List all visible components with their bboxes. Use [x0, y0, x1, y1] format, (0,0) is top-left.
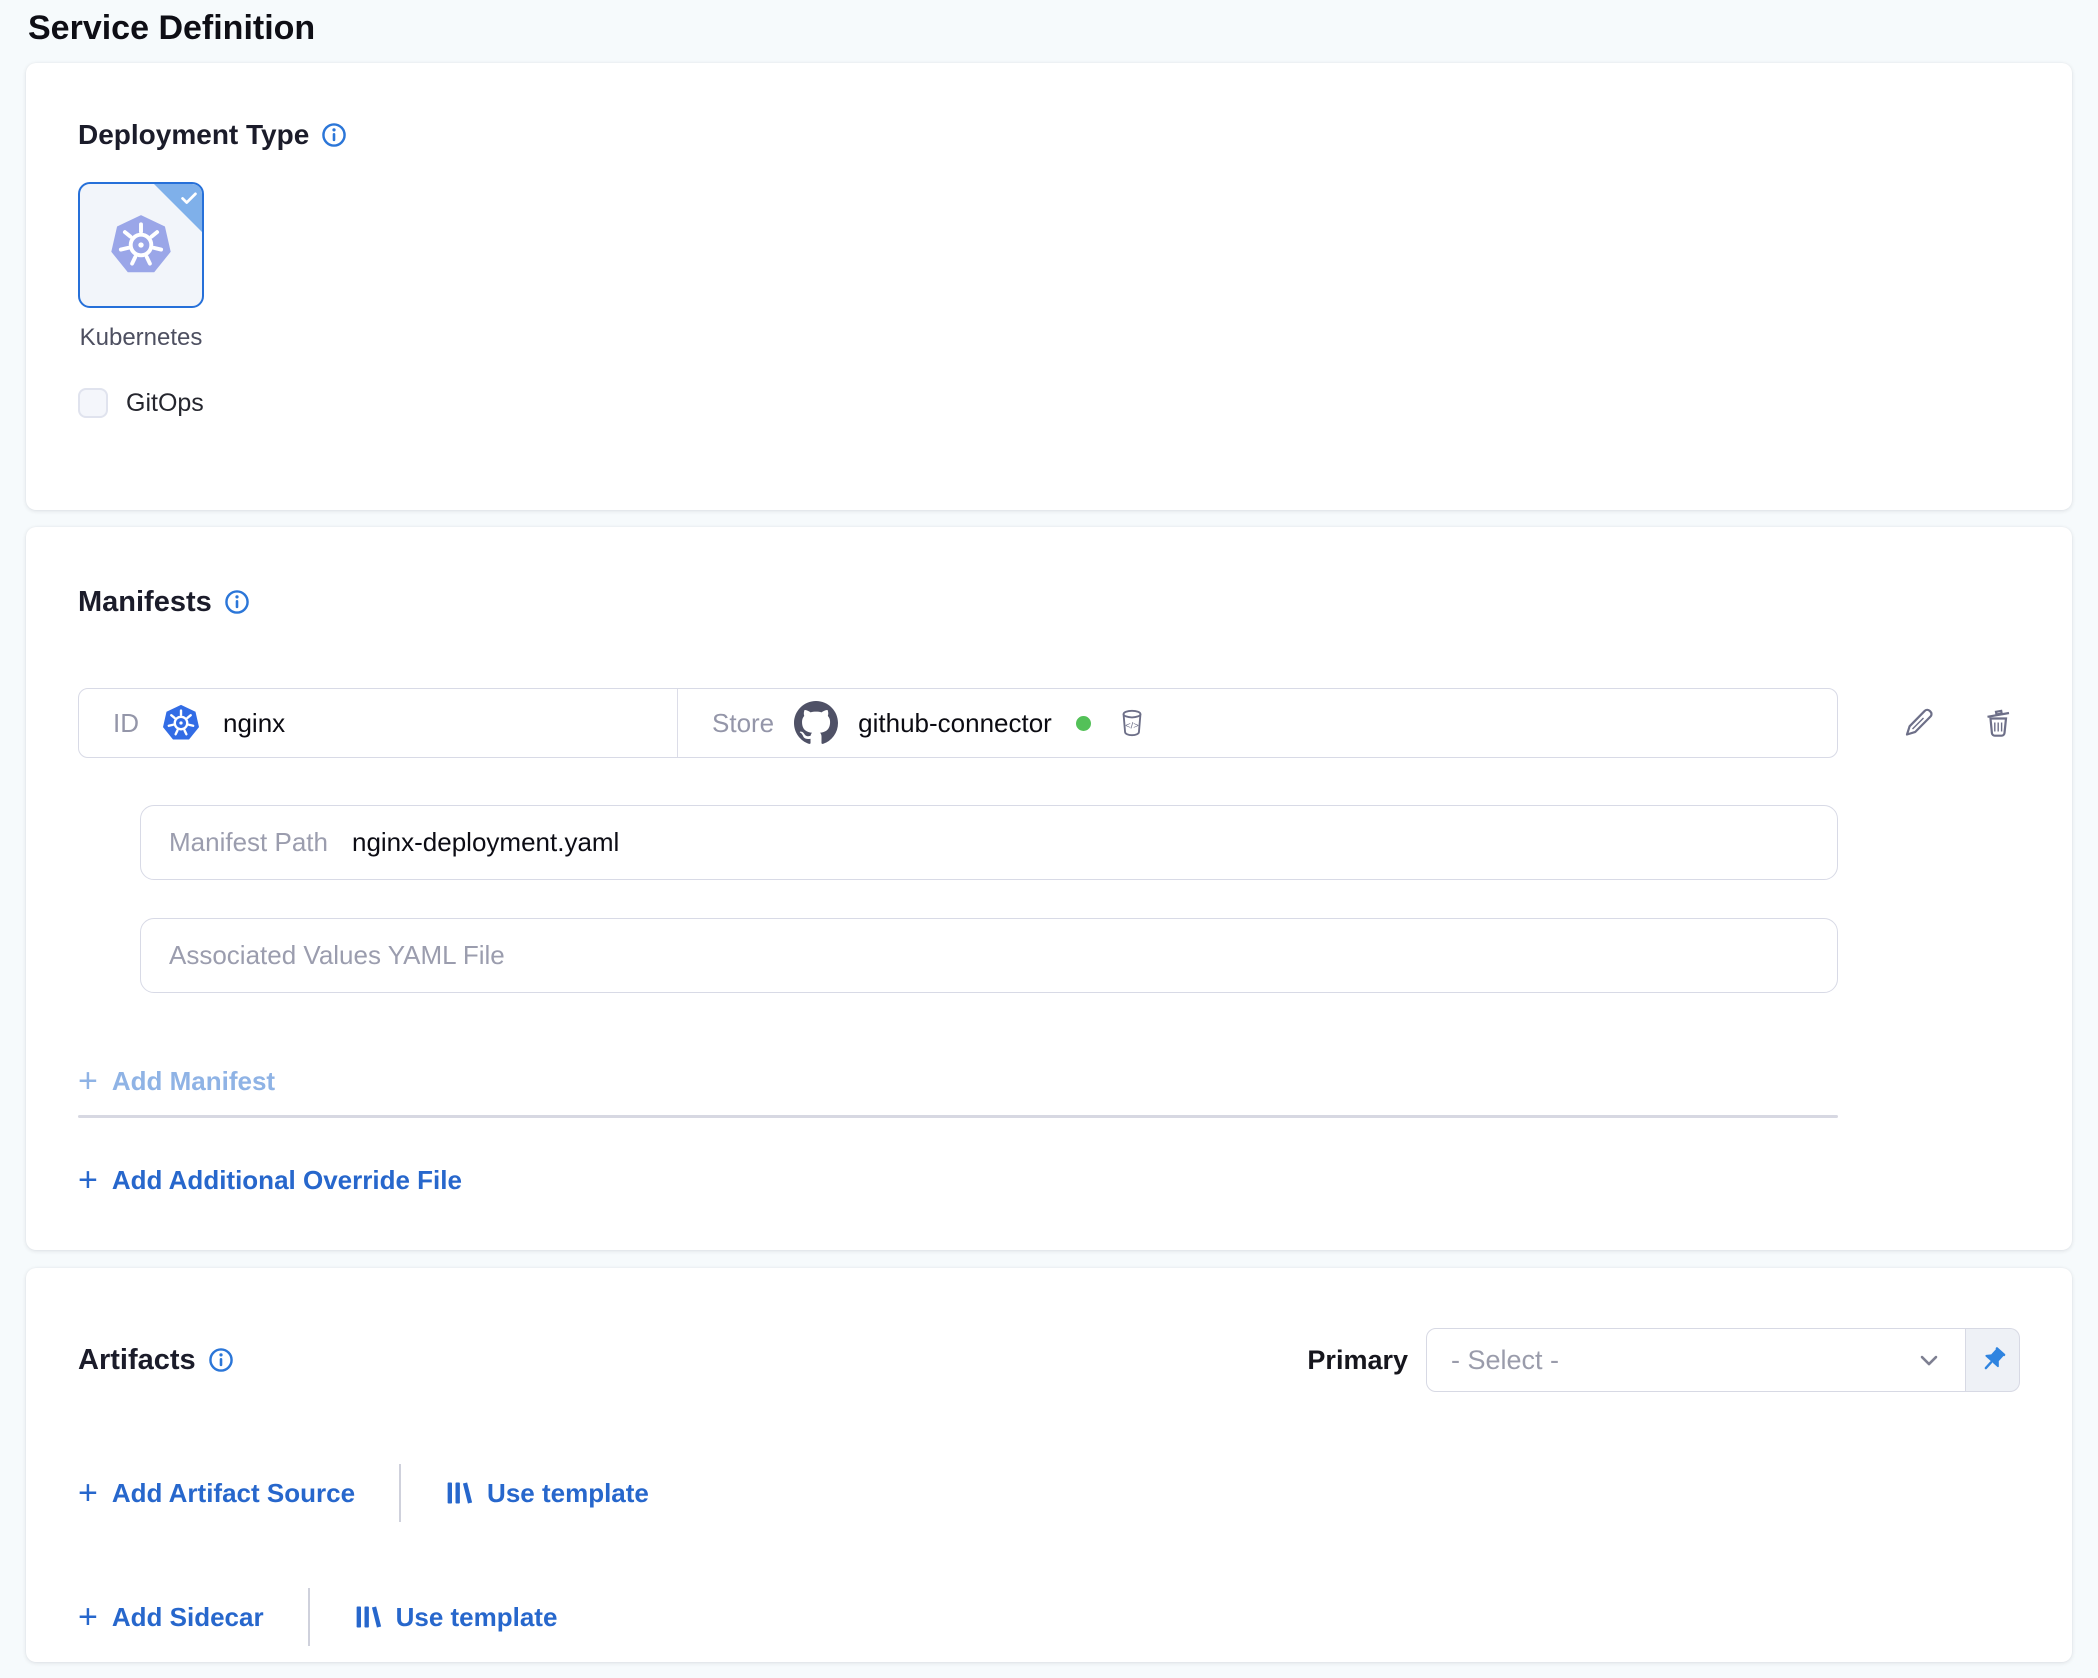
info-icon[interactable]	[224, 589, 250, 615]
manifest-store-label: Store	[712, 708, 774, 739]
service-definition-page: Service Definition Deployment Type	[0, 0, 2098, 1662]
manifest-store-cell[interactable]: Store github-connector </>	[677, 689, 1837, 757]
deployment-type-kubernetes-tile[interactable]	[78, 182, 204, 308]
info-icon[interactable]	[208, 1347, 234, 1373]
template-icon	[445, 1479, 473, 1507]
manifest-path-label: Manifest Path	[169, 827, 328, 858]
kubernetes-icon	[161, 703, 201, 743]
vertical-divider	[399, 1464, 401, 1522]
primary-select-placeholder: - Select -	[1451, 1345, 1559, 1376]
plus-icon: +	[78, 1478, 98, 1508]
manifest-row-box: ID nginx	[78, 688, 1838, 758]
manifest-id-label: ID	[113, 708, 139, 739]
add-manifest-link[interactable]: + Add Manifest	[78, 1065, 275, 1097]
template-icon	[354, 1603, 382, 1631]
pencil-icon	[1900, 729, 1936, 744]
manifest-id-cell[interactable]: ID nginx	[79, 689, 677, 757]
plus-icon: +	[78, 1602, 98, 1632]
trash-icon	[1980, 729, 2016, 744]
plus-icon: +	[78, 1066, 98, 1096]
manifest-id-value: nginx	[223, 708, 285, 739]
manifest-row: ID nginx	[78, 688, 2020, 758]
manifest-path-value: nginx-deployment.yaml	[352, 827, 619, 858]
artifacts-card: Artifacts Primary - Select -	[26, 1268, 2072, 1662]
use-template-artifact-link[interactable]: Use template	[445, 1477, 649, 1509]
artifacts-title: Artifacts	[78, 1343, 196, 1377]
primary-label: Primary	[1307, 1345, 1408, 1376]
deployment-type-card: Deployment Type	[26, 63, 2072, 510]
github-icon	[794, 701, 838, 745]
edit-manifest-button[interactable]	[1900, 705, 1936, 741]
code-store-icon: </>	[1117, 707, 1147, 739]
manifest-store-value: github-connector	[858, 708, 1052, 739]
manifest-path-field[interactable]: Manifest Path nginx-deployment.yaml	[140, 805, 1838, 880]
deployment-type-title: Deployment Type	[78, 118, 309, 152]
values-yaml-placeholder: Associated Values YAML File	[169, 940, 505, 971]
page-title: Service Definition	[28, 8, 2072, 48]
delete-manifest-button[interactable]	[1980, 705, 2016, 741]
gitops-checkbox[interactable]	[78, 388, 108, 418]
pin-primary-button[interactable]	[1966, 1328, 2020, 1392]
pin-icon	[1977, 1344, 2009, 1376]
add-artifact-source-link[interactable]: + Add Artifact Source	[78, 1477, 355, 1509]
connector-status-dot	[1076, 716, 1091, 731]
gitops-label: GitOps	[126, 389, 204, 418]
add-additional-override-file-link[interactable]: + Add Additional Override File	[78, 1164, 462, 1196]
primary-artifact-select[interactable]: - Select -	[1426, 1328, 1966, 1392]
svg-text:</>: </>	[1125, 721, 1139, 731]
info-icon[interactable]	[321, 122, 347, 148]
manifests-card: Manifests ID	[26, 527, 2072, 1250]
section-divider	[78, 1115, 1838, 1118]
check-icon	[178, 187, 200, 214]
add-sidecar-link[interactable]: + Add Sidecar	[78, 1601, 264, 1633]
chevron-down-icon	[1915, 1346, 1943, 1374]
use-template-sidecar-link[interactable]: Use template	[354, 1601, 558, 1633]
deployment-type-option-label: Kubernetes	[78, 324, 204, 352]
vertical-divider	[308, 1588, 310, 1646]
plus-icon: +	[78, 1165, 98, 1195]
values-yaml-field[interactable]: Associated Values YAML File	[140, 918, 1838, 993]
manifests-title: Manifests	[78, 585, 212, 619]
